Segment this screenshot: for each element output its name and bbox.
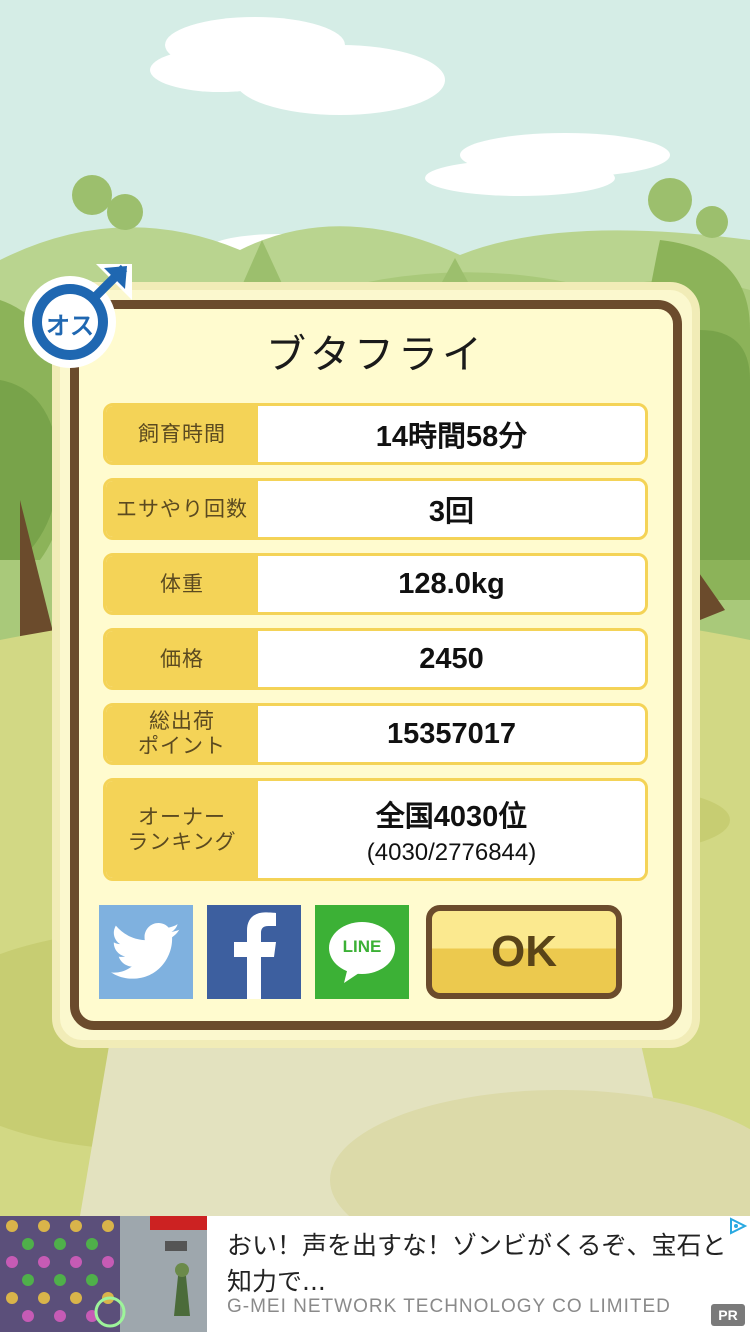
stat-row-shipping-points: 総出荷 ポイント 15357017 (103, 703, 648, 765)
stat-value-wrap: 3回 (258, 481, 645, 537)
stat-value: 14時間58分 (375, 421, 528, 453)
stat-label: 飼育時間 (106, 406, 258, 462)
stat-row-rearing-time: 飼育時間 14時間58分 (103, 403, 648, 465)
stat-row-price: 価格 2450 (103, 628, 648, 690)
stat-row-owner-ranking: オーナー ランキング 全国4030位 (4030/2776844) (103, 778, 648, 881)
ad-banner[interactable]: おい！声を出すな！ゾンビがくるぞ、宝石と知力で... G-MEI NETWORK… (0, 1216, 750, 1334)
ad-description[interactable]: おい！声を出すな！ゾンビがくるぞ、宝石と知力で... (227, 1228, 727, 1300)
stat-label: 総出荷 ポイント (106, 706, 258, 762)
stat-row-weight: 体重 128.0kg (103, 553, 648, 615)
stat-value-wrap: 15357017 (258, 706, 645, 762)
ad-choices-icon[interactable] (728, 1217, 748, 1235)
stat-label: オーナー ランキング (106, 781, 258, 878)
stat-value-wrap: 14時間58分 (258, 406, 645, 462)
ad-game-thumbnail[interactable] (0, 1216, 207, 1332)
facebook-share-button[interactable] (207, 905, 301, 999)
stat-row-feeding-count: エサやり回数 3回 (103, 478, 648, 540)
twitter-share-button[interactable] (99, 905, 193, 999)
facebook-f-icon (234, 912, 276, 999)
stat-value-wrap: 全国4030位 (4030/2776844) (258, 781, 645, 878)
ad-pr-badge: PR (711, 1304, 745, 1326)
stat-value-wrap: 128.0kg (258, 556, 645, 612)
stat-value: 15357017 (386, 717, 517, 750)
stat-label: 体重 (106, 556, 258, 612)
stat-value: 128.0kg (398, 567, 505, 600)
ok-button[interactable]: OK (426, 905, 622, 999)
ad-company: G-MEI NETWORK TECHNOLOGY CO LIMITED (227, 1296, 671, 1317)
stat-value: 2450 (419, 642, 484, 675)
line-share-button[interactable]: LINE (315, 905, 409, 999)
stat-label: 価格 (106, 631, 258, 687)
stat-label: エサやり回数 (106, 481, 258, 537)
ranking-detail: (4030/2776844) (366, 838, 537, 866)
stat-value: 3回 (428, 496, 475, 528)
stat-value: 全国4030位 (375, 800, 528, 833)
pig-name-title: ブタフライ (266, 332, 486, 378)
gender-label: オス (46, 312, 94, 340)
line-label: LINE (342, 937, 382, 956)
twitter-bird-icon (111, 923, 180, 979)
stat-value-wrap: 2450 (258, 631, 645, 687)
